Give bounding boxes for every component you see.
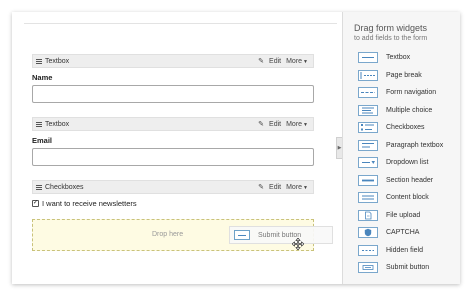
edit-button[interactable]: Edit	[269, 58, 281, 65]
checkbox-label: I want to receive newsletters	[42, 199, 137, 208]
widget-multiple-choice[interactable]: Multiple choice	[358, 104, 458, 116]
caret-down-icon: ▼	[303, 121, 308, 128]
widget-label: Dropdown list	[386, 159, 429, 166]
move-cursor-icon	[292, 238, 304, 250]
more-menu-button[interactable]: More▼	[286, 58, 308, 65]
widget-label: Multiple choice	[386, 106, 433, 114]
content-block-icon	[358, 192, 378, 203]
pencil-icon[interactable]: ✎	[258, 120, 264, 128]
form-field-name[interactable]: Textbox ✎ Edit More▼ Name	[32, 54, 314, 103]
widget-section-header[interactable]: Section header	[358, 174, 458, 186]
name-input[interactable]	[32, 85, 314, 103]
widget-paragraph-textbox[interactable]: Paragraph textbox	[358, 139, 458, 151]
widget-form-navigation[interactable]: Form navigation	[358, 87, 458, 98]
widget-label: Submit button	[386, 264, 430, 271]
widget-checkboxes[interactable]: Checkboxes	[358, 122, 458, 133]
widget-label: Section header	[386, 176, 434, 184]
field-type-label: Textbox	[45, 120, 70, 128]
dropdown-list-icon	[358, 157, 378, 168]
edit-button[interactable]: Edit	[269, 184, 281, 191]
field-type-label: Checkboxes	[45, 183, 84, 191]
checkbox-checked-icon[interactable]: ✓	[32, 200, 39, 207]
more-menu-button[interactable]: More▼	[286, 184, 308, 191]
caret-down-icon: ▼	[303, 184, 308, 191]
widget-label: Page break	[386, 71, 422, 79]
drag-handle-icon[interactable]	[36, 184, 42, 190]
widget-page-break[interactable]: Page break	[358, 69, 458, 81]
widget-label: Checkboxes	[386, 124, 425, 131]
widget-submit-button[interactable]: Submit button	[358, 262, 458, 273]
submit-button-icon	[358, 262, 378, 273]
more-menu-button[interactable]: More▼	[286, 121, 308, 128]
form-canvas: Textbox ✎ Edit More▼ Name Textbox ✎ Edit…	[12, 12, 342, 284]
submit-button-icon	[234, 230, 250, 240]
field-type-label: Textbox	[45, 57, 70, 65]
hidden-field-icon	[358, 244, 378, 256]
file-upload-icon	[358, 209, 378, 221]
pencil-icon[interactable]: ✎	[258, 183, 264, 191]
widget-content-block[interactable]: Content block	[358, 192, 458, 203]
panel-title: Drag form widgets	[354, 23, 428, 33]
widget-label: Content block	[386, 194, 429, 201]
pencil-icon[interactable]: ✎	[258, 57, 264, 65]
widget-label: Textbox	[386, 54, 411, 61]
drop-zone-label: Drop here	[152, 231, 184, 238]
page-break-icon	[358, 69, 378, 81]
field-header[interactable]: Checkboxes ✎ Edit More▼	[32, 180, 314, 194]
drag-handle-icon[interactable]	[36, 121, 42, 127]
chevron-right-icon: ▶	[337, 145, 342, 151]
edit-button[interactable]: Edit	[269, 121, 281, 128]
checkbox-option[interactable]: ✓ I want to receive newsletters	[32, 199, 314, 208]
section-header-icon	[358, 174, 378, 186]
form-field-checkboxes[interactable]: Checkboxes ✎ Edit More▼ ✓ I want to rece…	[32, 180, 314, 208]
field-header[interactable]: Textbox ✎ Edit More▼	[32, 117, 314, 131]
widgets-panel: Drag form widgets to add fields to the f…	[342, 12, 460, 284]
paragraph-textbox-icon	[358, 139, 378, 151]
widget-label: Hidden field	[386, 246, 423, 254]
dragging-widget[interactable]: Submit button	[229, 226, 333, 244]
textbox-icon	[358, 52, 378, 63]
field-label: Name	[32, 73, 53, 82]
widget-label: Paragraph textbox	[386, 141, 444, 149]
widget-textbox[interactable]: Textbox	[358, 52, 458, 63]
checkboxes-icon	[358, 122, 378, 133]
drop-zone[interactable]: Drop here Submit button	[32, 219, 333, 251]
drag-handle-icon[interactable]	[36, 58, 42, 64]
widget-label: CAPTCHA	[386, 229, 420, 236]
captcha-icon	[358, 227, 378, 238]
form-field-email[interactable]: Textbox ✎ Edit More▼ Email	[32, 117, 314, 166]
caret-down-icon: ▼	[303, 58, 308, 65]
form-builder: Textbox ✎ Edit More▼ Name Textbox ✎ Edit…	[12, 12, 460, 284]
widget-list: Textbox Page break Form navigation Multi…	[358, 52, 458, 280]
widget-captcha[interactable]: CAPTCHA	[358, 227, 458, 238]
field-header[interactable]: Textbox ✎ Edit More▼	[32, 54, 314, 68]
panel-subtitle: to add fields to the form	[354, 35, 428, 42]
widget-label: File upload	[386, 211, 421, 219]
widget-label: Form navigation	[386, 89, 437, 96]
form-navigation-icon	[358, 87, 378, 98]
widget-hidden-field[interactable]: Hidden field	[358, 244, 458, 256]
email-input[interactable]	[32, 148, 314, 166]
multiple-choice-icon	[358, 104, 378, 116]
field-label: Email	[32, 136, 53, 145]
divider	[24, 23, 337, 24]
widget-file-upload[interactable]: File upload	[358, 209, 458, 221]
widget-dropdown-list[interactable]: Dropdown list	[358, 157, 458, 168]
